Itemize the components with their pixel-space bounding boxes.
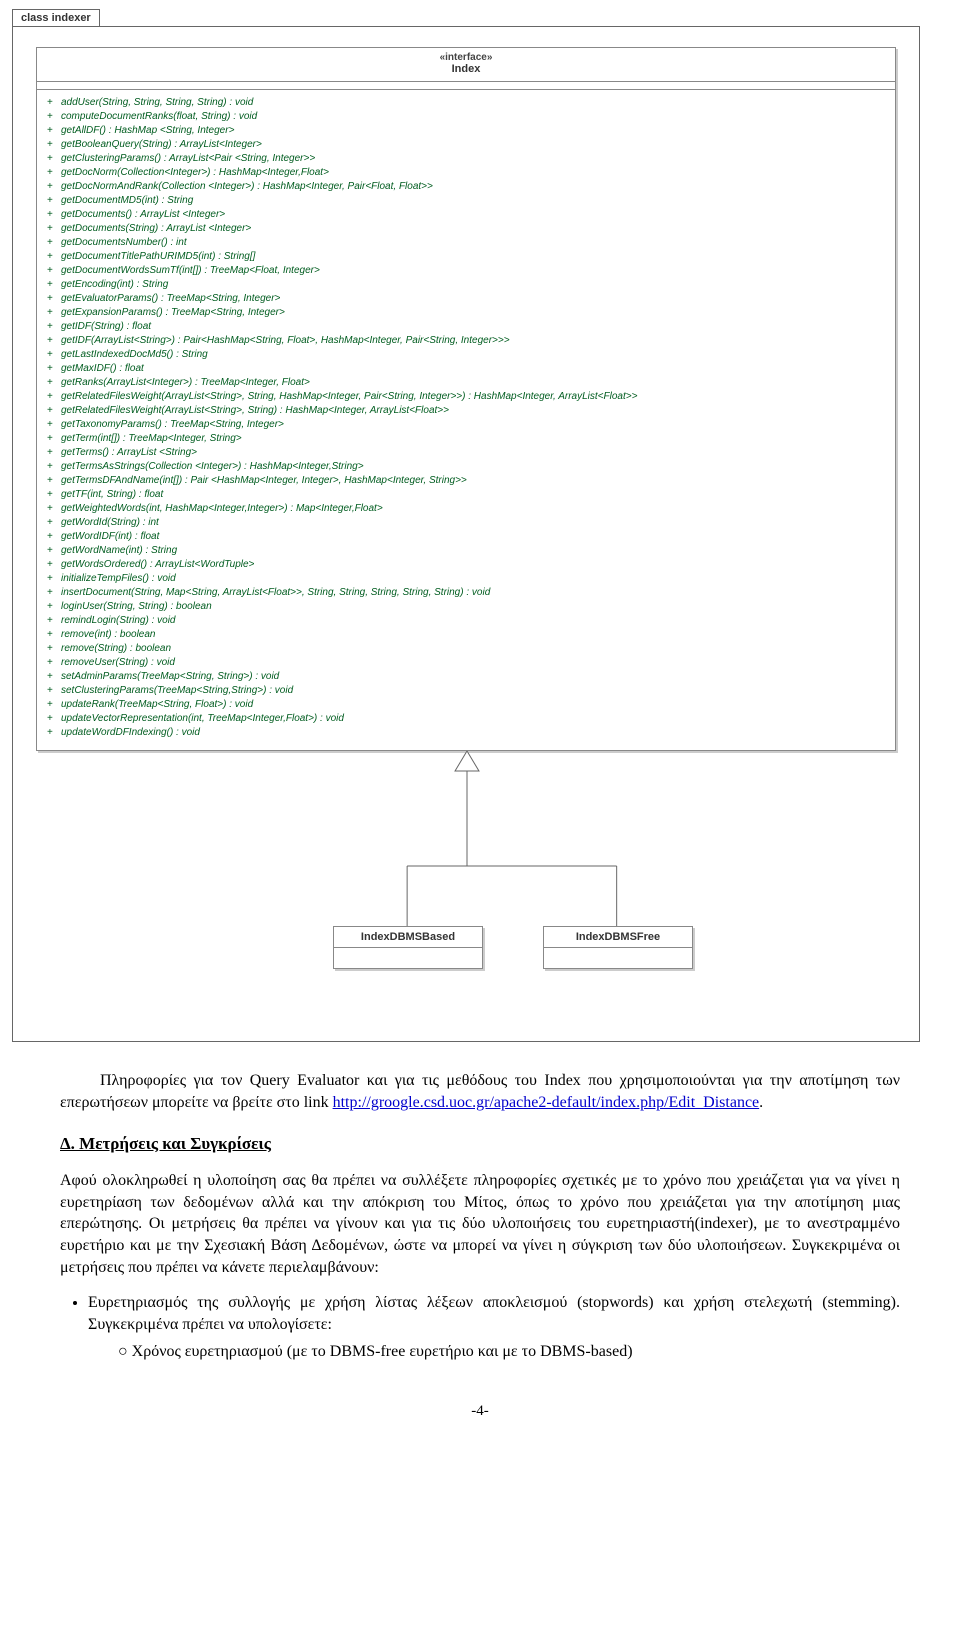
operation-row: +updateWordDFIndexing() : void <box>47 726 885 740</box>
edit-distance-link[interactable]: http://groogle.csd.uoc.gr/apache2-defaul… <box>333 1094 760 1111</box>
uml-class-diagram: class indexer «interface» Index +addUser… <box>12 8 960 1042</box>
operation-row: +getRelatedFilesWeight(ArrayList<String>… <box>47 390 885 404</box>
package-tab: class indexer <box>12 9 100 26</box>
operation-row: +getEncoding(int) : String <box>47 278 885 292</box>
subclass-area: IndexDBMSBased IndexDBMSFree <box>13 751 919 1011</box>
operation-row: +initializeTempFiles() : void <box>47 572 885 586</box>
operation-row: +getDocumentTitlePathURIMD5(int) : Strin… <box>47 250 885 264</box>
operation-row: +getDocNorm(Collection<Integer>) : HashM… <box>47 166 885 180</box>
operation-row: +getRelatedFilesWeight(ArrayList<String>… <box>47 404 885 418</box>
operation-row: +getExpansionParams() : TreeMap<String, … <box>47 306 885 320</box>
operation-row: +getRanks(ArrayList<Integer>) : TreeMap<… <box>47 376 885 390</box>
list-item: Χρόνος ευρετηριασμού (με το DBMS-free ευ… <box>118 1341 900 1363</box>
operation-row: +getTaxonomyParams() : TreeMap<String, I… <box>47 418 885 432</box>
class-name-label: IndexDBMSFree <box>544 927 692 948</box>
operation-row: +remindLogin(String) : void <box>47 614 885 628</box>
operation-row: +getAllDF() : HashMap <String, Integer> <box>47 124 885 138</box>
operation-row: +getIDF(ArrayList<String>) : Pair<HashMa… <box>47 334 885 348</box>
operation-row: +computeDocumentRanks(float, String) : v… <box>47 110 885 124</box>
paragraph-text: Αφού ολοκληρωθεί η υλοποίηση σας θα πρέπ… <box>60 1170 900 1278</box>
operation-row: +getIDF(String) : float <box>47 320 885 334</box>
operation-row: +getDocuments() : ArrayList <Integer> <box>47 208 885 222</box>
operation-row: +getBooleanQuery(String) : ArrayList<Int… <box>47 138 885 152</box>
operation-row: +getWordsOrdered() : ArrayList<WordTuple… <box>47 558 885 572</box>
list-item: Ευρετηριασμός της συλλογής με χρήση λίστ… <box>88 1292 900 1363</box>
operation-row: +getTermsAsStrings(Collection <Integer>)… <box>47 460 885 474</box>
operation-row: +updateRank(TreeMap<String, Float>) : vo… <box>47 698 885 712</box>
operation-row: +getWeightedWords(int, HashMap<Integer,I… <box>47 502 885 516</box>
body-text: Πληροφορίες για τον Query Evaluator και … <box>60 1070 900 1363</box>
operation-row: +getMaxIDF() : float <box>47 362 885 376</box>
operation-row: +setClusteringParams(TreeMap<String,Stri… <box>47 684 885 698</box>
interface-index-box: «interface» Index +addUser(String, Strin… <box>36 47 896 751</box>
operation-row: +getDocumentsNumber() : int <box>47 236 885 250</box>
operation-row: +addUser(String, String, String, String)… <box>47 96 885 110</box>
attributes-compartment <box>37 82 895 90</box>
operation-row: +getDocumentWordsSumTf(int[]) : TreeMap<… <box>47 264 885 278</box>
operation-row: +remove(int) : boolean <box>47 628 885 642</box>
page-number: -4- <box>0 1403 960 1420</box>
operations-compartment: +addUser(String, String, String, String)… <box>37 90 895 750</box>
operation-row: +getDocumentMD5(int) : String <box>47 194 885 208</box>
operation-row: +remove(String) : boolean <box>47 642 885 656</box>
operation-row: +loginUser(String, String) : boolean <box>47 600 885 614</box>
operation-row: +getLastIndexedDocMd5() : String <box>47 348 885 362</box>
operation-row: +getWordName(int) : String <box>47 544 885 558</box>
section-d-heading: Δ. Μετρήσεις και Συγκρίσεις <box>60 1133 900 1156</box>
package-frame: «interface» Index +addUser(String, Strin… <box>12 26 920 1042</box>
operation-row: +removeUser(String) : void <box>47 656 885 670</box>
class-name-label: IndexDBMSBased <box>334 927 482 948</box>
operation-row: +getTerms() : ArrayList <String> <box>47 446 885 460</box>
operation-row: +getWordId(String) : int <box>47 516 885 530</box>
stereotype-label: «interface» <box>37 52 895 63</box>
class-indexdbmsbased-box: IndexDBMSBased <box>333 926 483 969</box>
operation-row: +getTF(int, String) : float <box>47 488 885 502</box>
operation-row: +insertDocument(String, Map<String, Arra… <box>47 586 885 600</box>
operation-row: +updateVectorRepresentation(int, TreeMap… <box>47 712 885 726</box>
operation-row: +getEvaluatorParams() : TreeMap<String, … <box>47 292 885 306</box>
class-name-label: Index <box>37 63 895 75</box>
operation-row: +getClusteringParams() : ArrayList<Pair … <box>47 152 885 166</box>
operation-row: +getTermsDFAndName(int[]) : Pair <HashMa… <box>47 474 885 488</box>
operation-row: +getDocNormAndRank(Collection <Integer>)… <box>47 180 885 194</box>
operation-row: +getWordIDF(int) : float <box>47 530 885 544</box>
operation-row: +setAdminParams(TreeMap<String, String>)… <box>47 670 885 684</box>
class-indexdbmsfree-box: IndexDBMSFree <box>543 926 693 969</box>
operation-row: +getTerm(int[]) : TreeMap<Integer, Strin… <box>47 432 885 446</box>
operation-row: +getDocuments(String) : ArrayList <Integ… <box>47 222 885 236</box>
